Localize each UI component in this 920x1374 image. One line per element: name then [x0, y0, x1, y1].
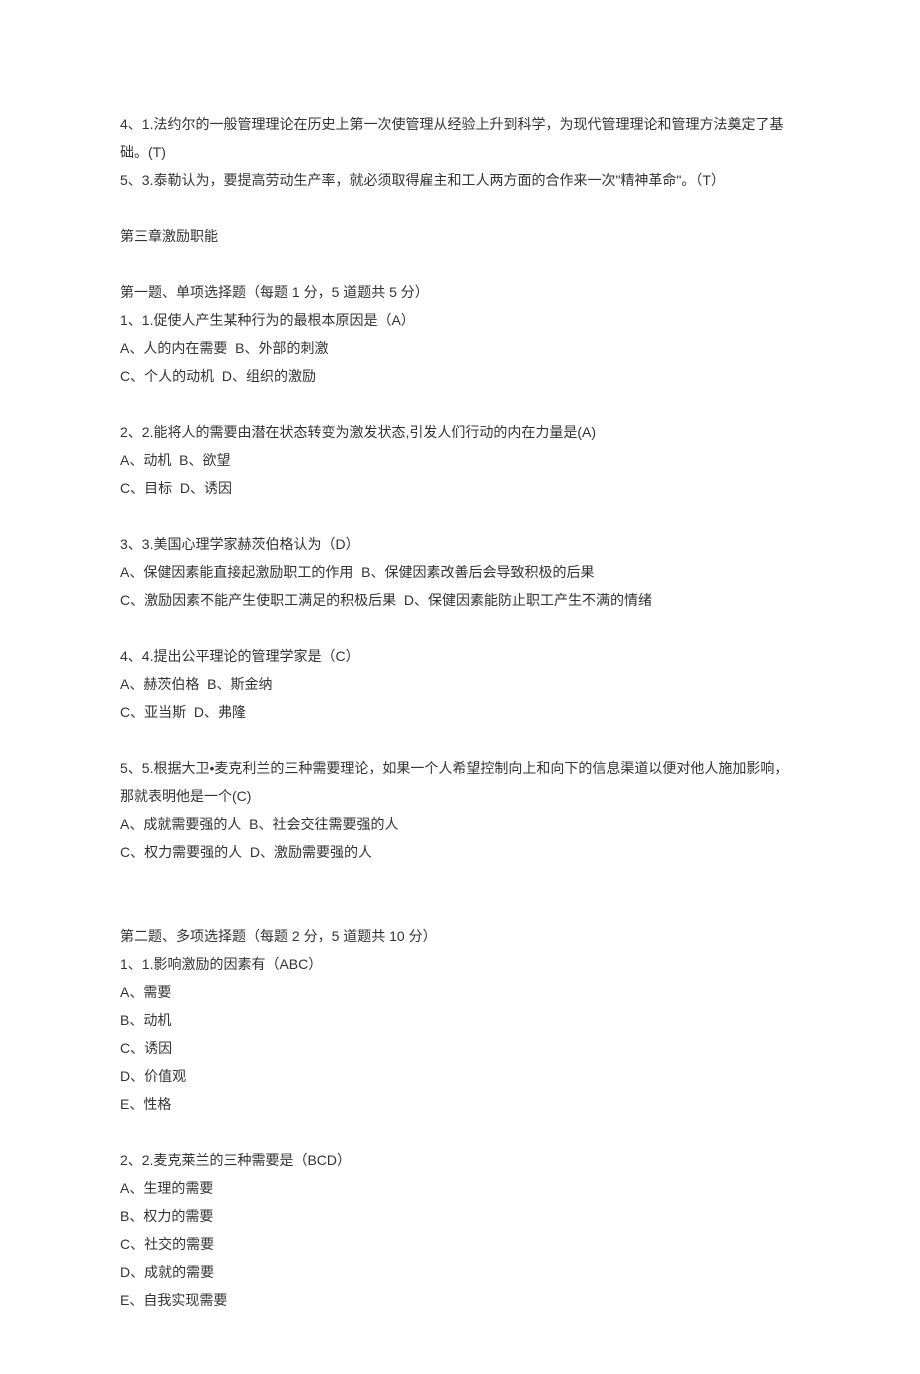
question-line: 1、1.影响激励的因素有（ABC） [120, 950, 800, 978]
option-line: A、人的内在需要 B、外部的刺激 [120, 334, 800, 362]
spacer [120, 390, 800, 418]
option-line: B、动机 [120, 1006, 800, 1034]
intro-line: 4、1.法约尔的一般管理理论在历史上第一次使管理从经验上升到科学，为现代管理理论… [120, 110, 800, 166]
option-line: C、激励因素不能产生使职工满足的积极后果 D、保健因素能防止职工产生不满的情绪 [120, 586, 800, 614]
question-line: 3、3.美国心理学家赫茨伯格认为（D） [120, 530, 800, 558]
option-line: B、权力的需要 [120, 1202, 800, 1230]
spacer [120, 502, 800, 530]
spacer [120, 866, 800, 894]
option-line: C、目标 D、诱因 [120, 474, 800, 502]
question-line: 5、5.根据大卫•麦克利兰的三种需要理论，如果一个人希望控制向上和向下的信息渠道… [120, 754, 800, 810]
option-line: A、需要 [120, 978, 800, 1006]
option-line: D、成就的需要 [120, 1258, 800, 1286]
option-line: E、性格 [120, 1090, 800, 1118]
question-line: 4、4.提出公平理论的管理学家是（C） [120, 642, 800, 670]
document-content: 4、1.法约尔的一般管理理论在历史上第一次使管理从经验上升到科学，为现代管理理论… [120, 110, 800, 1314]
option-line: D、价值观 [120, 1062, 800, 1090]
option-line: A、生理的需要 [120, 1174, 800, 1202]
spacer [120, 726, 800, 754]
option-line: A、保健因素能直接起激励职工的作用 B、保健因素改善后会导致积极的后果 [120, 558, 800, 586]
option-line: A、赫茨伯格 B、斯金纳 [120, 670, 800, 698]
option-line: A、动机 B、欲望 [120, 446, 800, 474]
option-line: C、个人的动机 D、组织的激励 [120, 362, 800, 390]
spacer [120, 614, 800, 642]
spacer [120, 194, 800, 222]
chapter-title: 第三章激励职能 [120, 222, 800, 250]
section-heading: 第一题、单项选择题（每题 1 分，5 道题共 5 分） [120, 278, 800, 306]
question-line: 2、2.麦克莱兰的三种需要是（BCD） [120, 1146, 800, 1174]
question-line: 2、2.能将人的需要由潜在状态转变为激发状态,引发人们行动的内在力量是(A) [120, 418, 800, 446]
option-line: C、权力需要强的人 D、激励需要强的人 [120, 838, 800, 866]
option-line: A、成就需要强的人 B、社会交往需要强的人 [120, 810, 800, 838]
option-line: C、亚当斯 D、弗隆 [120, 698, 800, 726]
option-line: C、社交的需要 [120, 1230, 800, 1258]
spacer [120, 250, 800, 278]
option-line: E、自我实现需要 [120, 1286, 800, 1314]
section-heading: 第二题、多项选择题（每题 2 分，5 道题共 10 分） [120, 922, 800, 950]
spacer [120, 1118, 800, 1146]
intro-line: 5、3.泰勒认为，要提高劳动生产率，就必须取得雇主和工人两方面的合作来一次"精神… [120, 166, 800, 194]
option-line: C、诱因 [120, 1034, 800, 1062]
question-line: 1、1.促使人产生某种行为的最根本原因是（A） [120, 306, 800, 334]
spacer [120, 894, 800, 922]
